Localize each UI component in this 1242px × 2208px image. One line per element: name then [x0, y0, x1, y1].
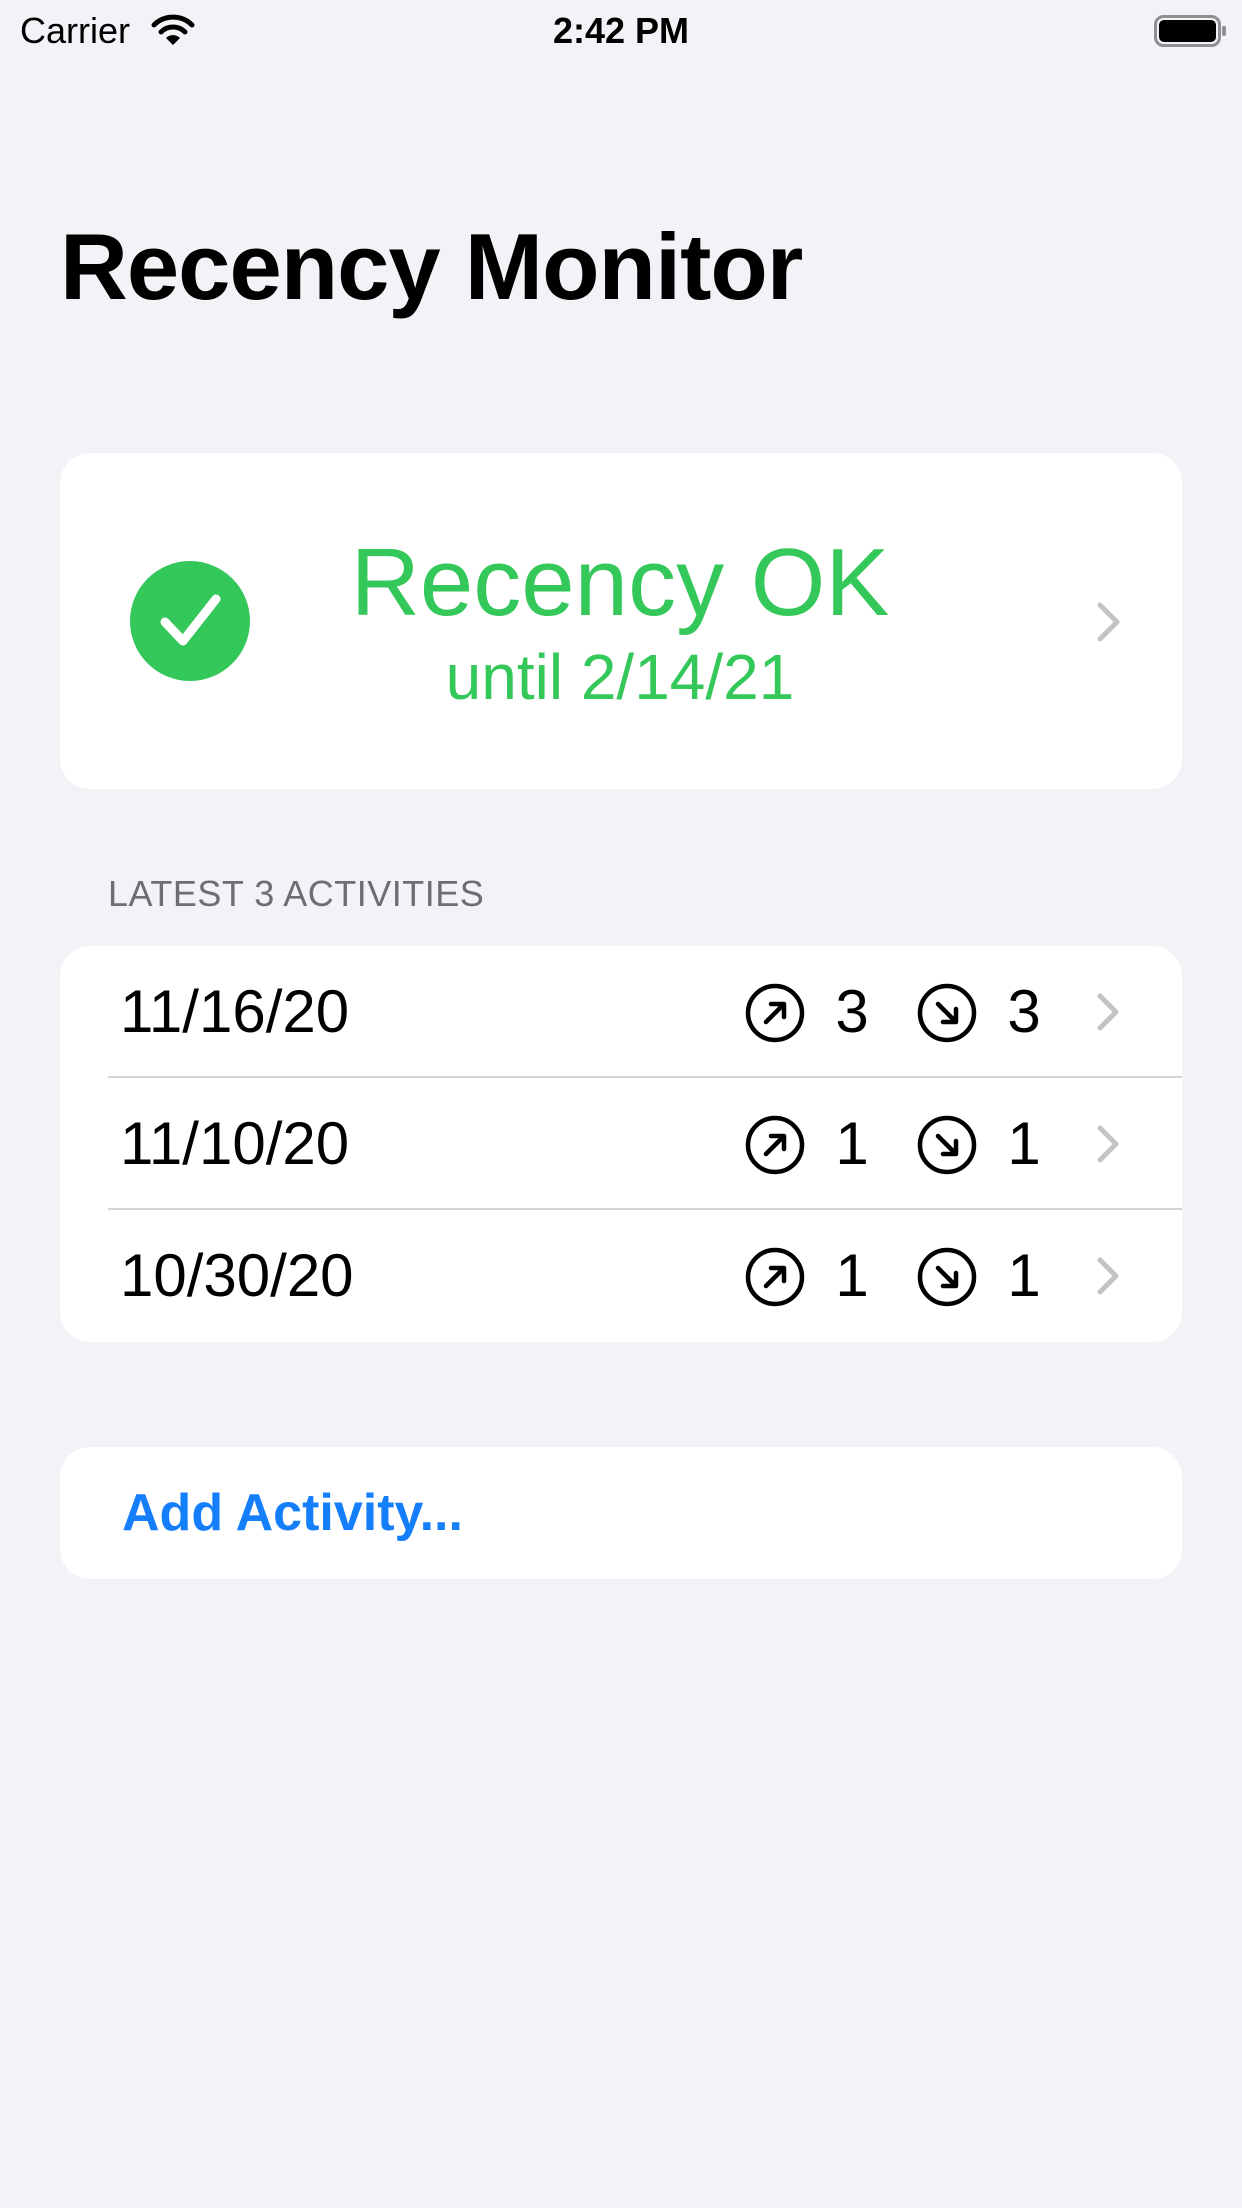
add-activity-card: Add Activity... — [60, 1447, 1182, 1579]
landing-count: 3 — [1007, 978, 1041, 1045]
section-header: LATEST 3 ACTIVITIES — [108, 873, 485, 914]
activities-list: 11/16/20 3 3 11/10/20 1 1 10/30/20 1 1 — [60, 946, 1182, 1342]
takeoff-count: 1 — [835, 1110, 869, 1177]
activity-date: 10/30/20 — [120, 1242, 354, 1309]
status-bar: Carrier 2:42 PM — [0, 0, 1242, 62]
clock: 2:42 PM — [552, 10, 690, 51]
landing-count: 1 — [1007, 1242, 1041, 1309]
landing-count: 1 — [1007, 1110, 1041, 1177]
chevron-right-icon — [1097, 1257, 1119, 1295]
activity-row[interactable]: 10/30/20 1 1 — [60, 1210, 1182, 1342]
arrow-up-right-circle-icon — [745, 983, 805, 1043]
arrow-down-right-circle-icon — [917, 983, 977, 1043]
takeoff-count: 1 — [835, 1242, 869, 1309]
recency-status-card[interactable]: Recency OK until 2/14/21 — [60, 453, 1182, 789]
activity-date: 11/10/20 — [120, 1110, 350, 1177]
arrow-down-right-circle-icon — [917, 1115, 977, 1175]
recency-status-text: Recency OK until 2/14/21 — [260, 525, 980, 717]
screen: Carrier 2:42 PM Recency Monitor Recency … — [0, 0, 1242, 2208]
checkmark-circle-icon — [130, 561, 250, 681]
arrow-up-right-circle-icon — [745, 1247, 805, 1307]
activity-row[interactable]: 11/10/20 1 1 — [60, 1078, 1182, 1210]
chevron-right-icon — [1097, 602, 1120, 642]
takeoff-count: 3 — [835, 978, 869, 1045]
battery-icon — [1154, 15, 1226, 47]
arrow-down-right-circle-icon — [917, 1247, 977, 1307]
arrow-up-right-circle-icon — [745, 1115, 805, 1175]
activity-date: 11/16/20 — [120, 978, 350, 1045]
chevron-right-icon — [1097, 993, 1119, 1031]
page-title: Recency Monitor — [60, 214, 803, 319]
chevron-right-icon — [1097, 1125, 1119, 1163]
recency-status-title: Recency OK — [350, 529, 890, 636]
add-activity-button[interactable]: Add Activity... — [122, 1483, 463, 1543]
activity-row[interactable]: 11/16/20 3 3 — [60, 946, 1182, 1078]
recency-until-date: until 2/14/21 — [445, 641, 795, 713]
